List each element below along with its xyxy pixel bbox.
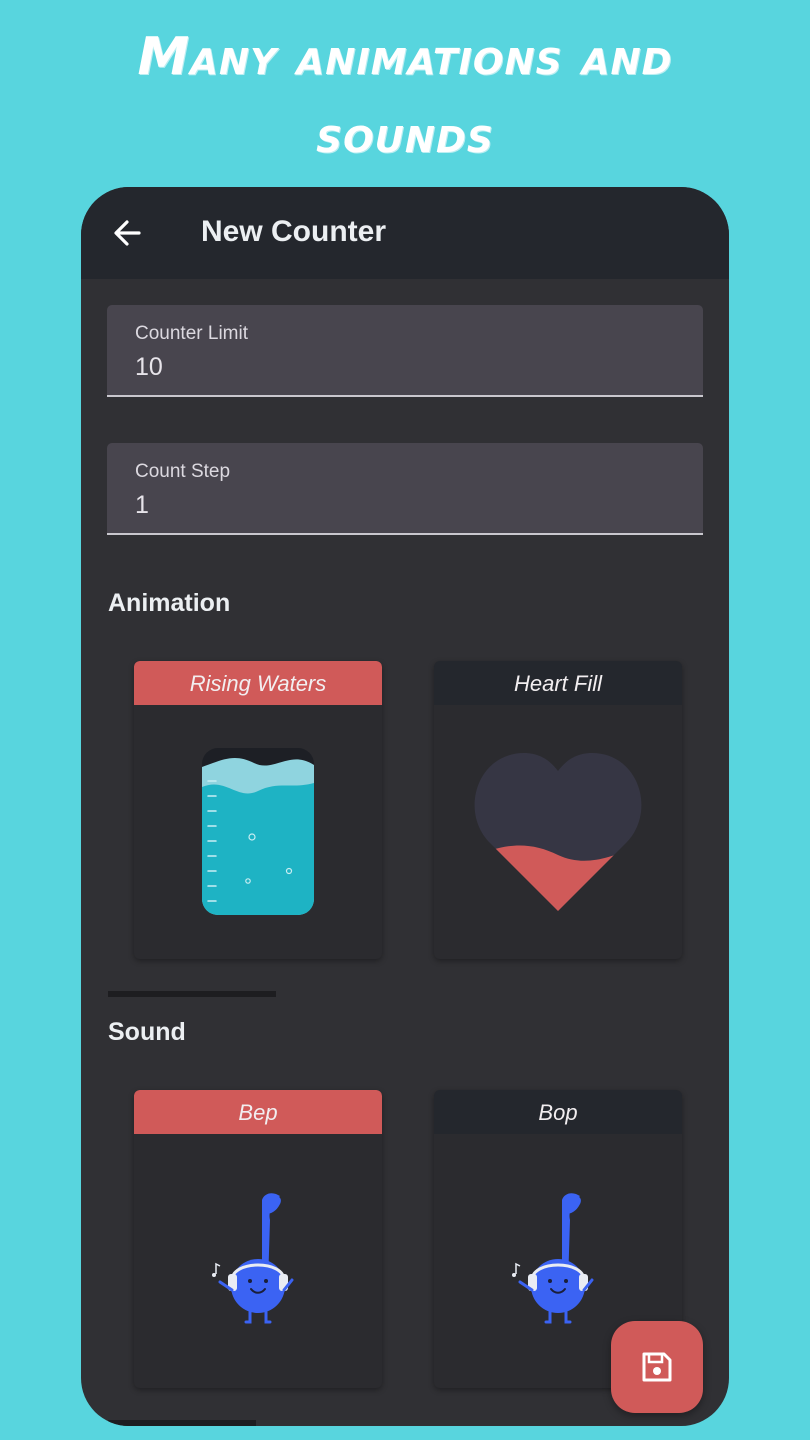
promo-headline: Many animations and sounds [0, 18, 810, 174]
animation-list-scrollbar[interactable] [108, 991, 276, 997]
promo-headline-line2: sounds [316, 105, 494, 165]
count-step-label: Count Step [135, 461, 231, 482]
heart-fill-illustration [434, 705, 682, 959]
counter-limit-field[interactable]: Counter Limit 10 [107, 305, 703, 397]
animation-option-rising-waters[interactable]: Rising Waters [134, 661, 382, 959]
rising-waters-illustration [134, 705, 382, 959]
save-button[interactable] [611, 1321, 703, 1413]
app-bar: New Counter [81, 187, 729, 279]
animation-option-label: Rising Waters [134, 661, 382, 705]
sound-option-label: Bep [134, 1090, 382, 1134]
sound-section-title: Sound [108, 1018, 186, 1046]
arrow-left-icon [114, 220, 141, 246]
back-button[interactable] [109, 213, 149, 253]
animation-option-label: Heart Fill [434, 661, 682, 705]
page-title: New Counter [201, 215, 387, 248]
music-note-mascot-icon [134, 1134, 382, 1388]
sound-option-bep[interactable]: Bep [134, 1090, 382, 1388]
promo-headline-line1: Many animations and [137, 27, 673, 87]
count-step-field[interactable]: Count Step 1 [107, 443, 703, 535]
animation-section-title: Animation [108, 589, 231, 617]
count-step-value: 1 [135, 491, 149, 519]
counter-limit-value: 10 [135, 353, 163, 381]
save-icon [642, 1352, 672, 1382]
sound-option-label: Bop [434, 1090, 682, 1134]
sound-list-scrollbar[interactable] [108, 1420, 256, 1426]
animation-option-heart-fill[interactable]: Heart Fill [434, 661, 682, 959]
phone-screen: New Counter Counter Limit 10 Count Step … [81, 187, 729, 1426]
counter-limit-label: Counter Limit [135, 323, 248, 344]
